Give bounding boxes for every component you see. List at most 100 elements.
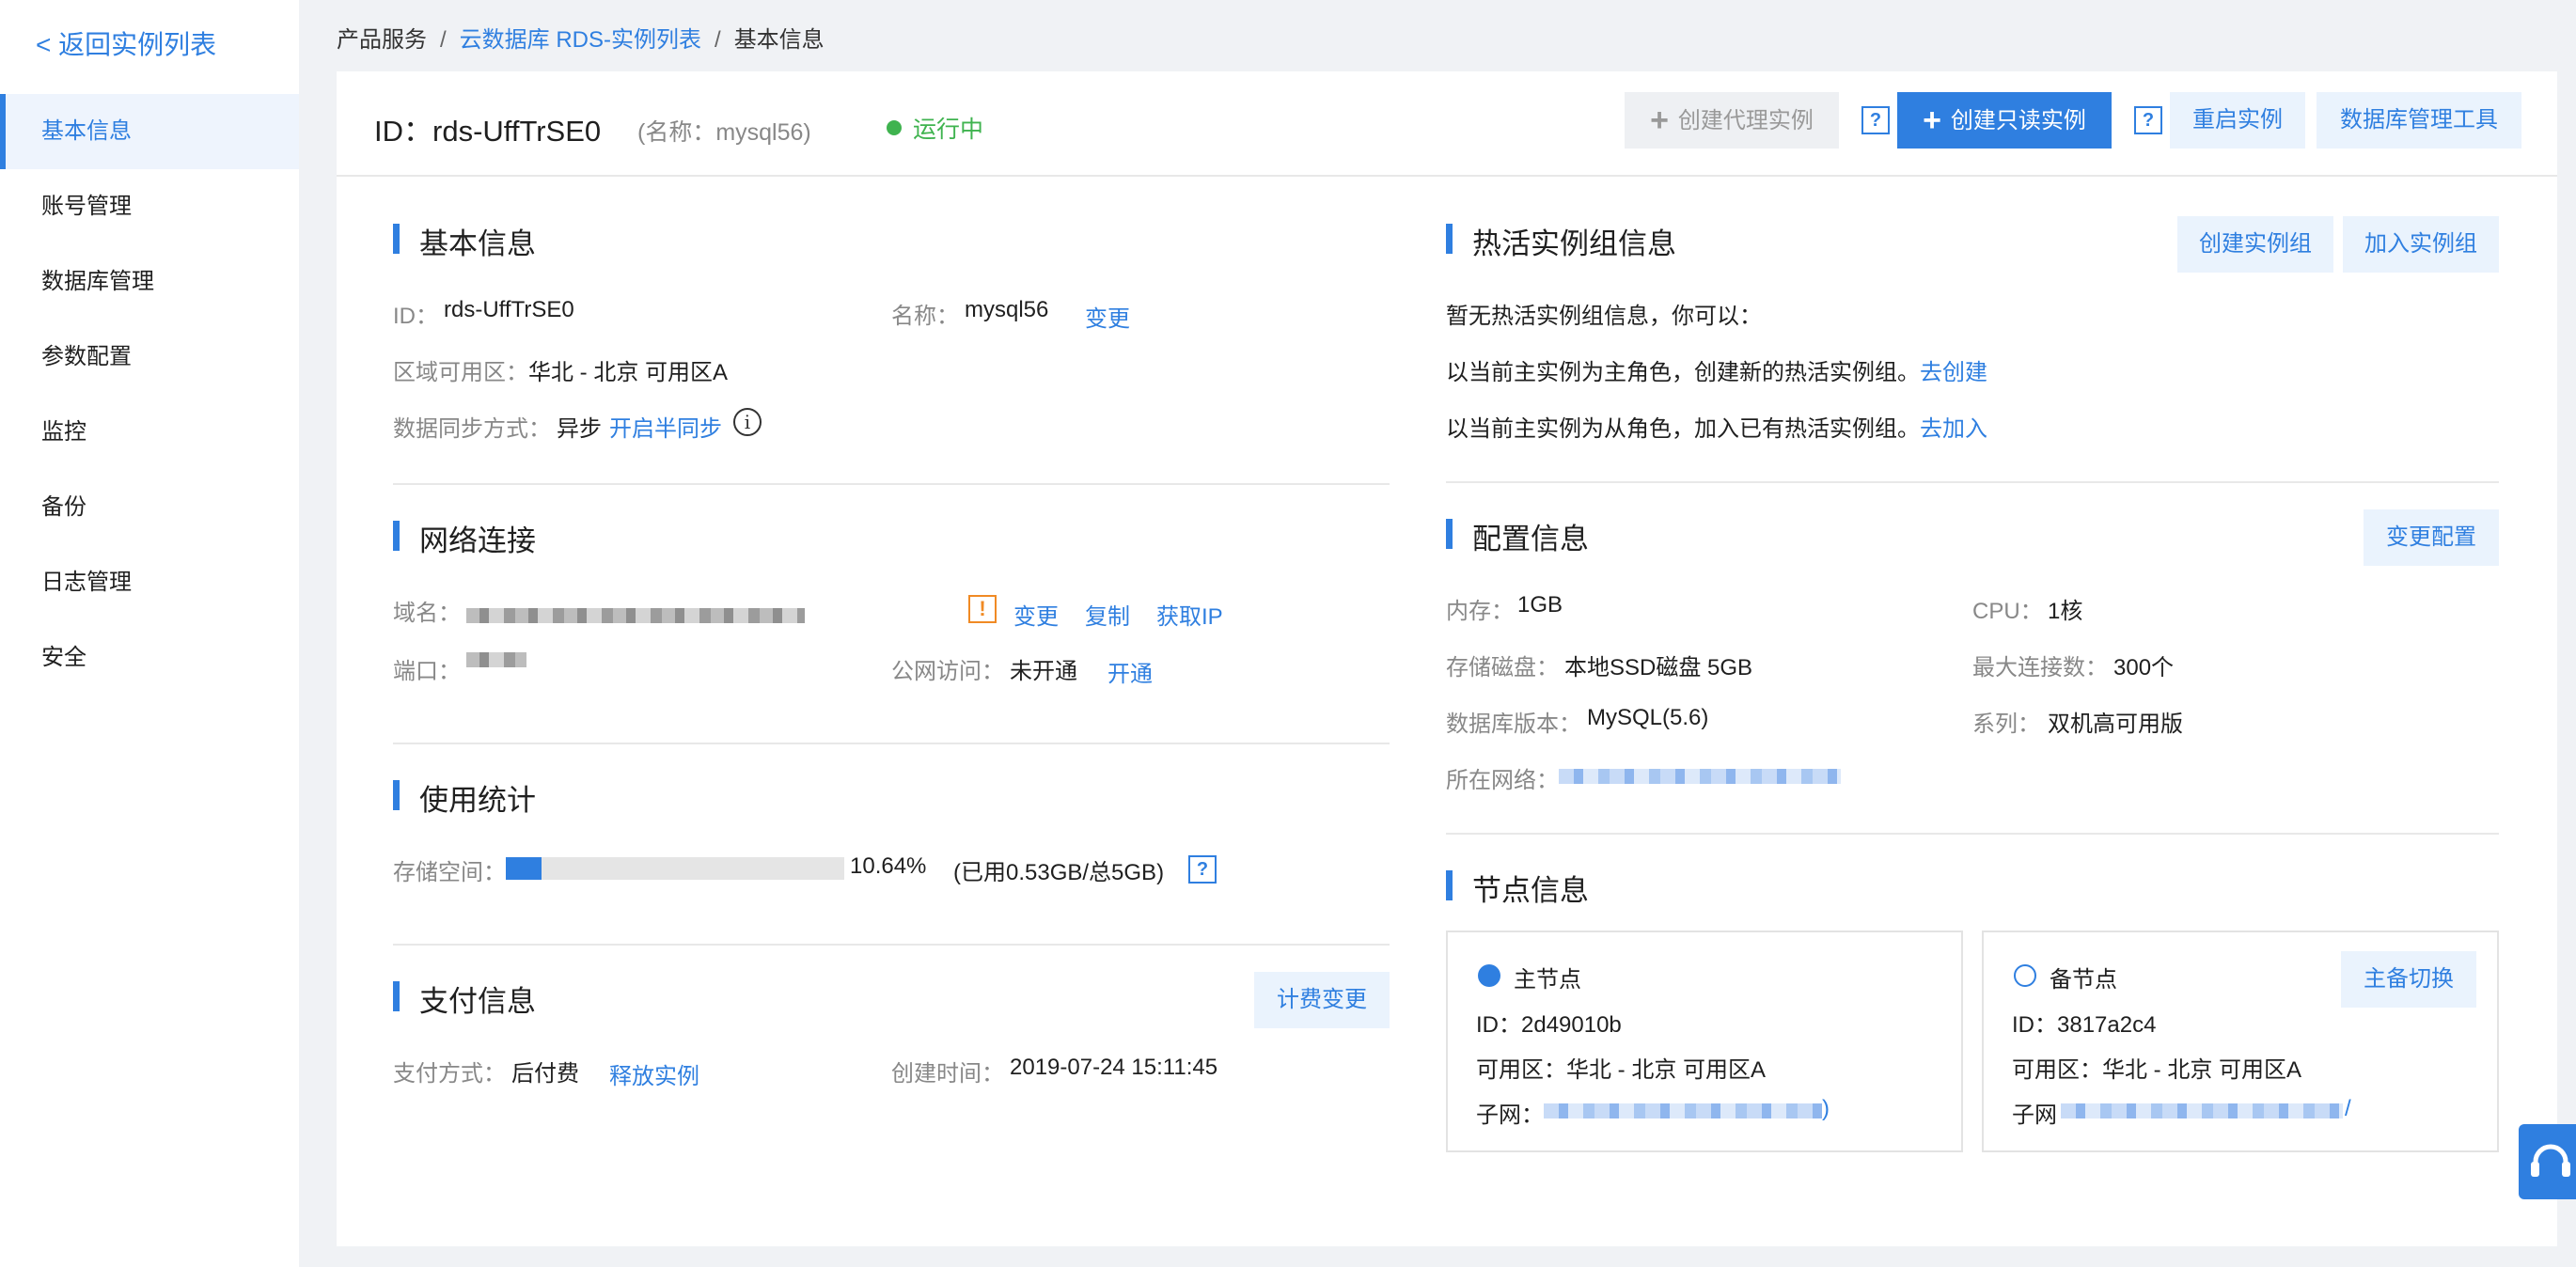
slave-node-radio-icon[interactable] <box>2014 964 2036 987</box>
section-title-nodes: 节点信息 <box>1446 867 1589 909</box>
change-config-button[interactable]: 变更配置 <box>2364 509 2499 566</box>
db-version-label: 数据库版本： <box>1446 712 1581 737</box>
restart-instance-button[interactable]: 重启实例 <box>2170 92 2305 149</box>
slave-node-card: 备节点 主备切换 ID：3817a2c4 可用区：华北 - 北京 可用区A 子网… <box>1982 931 2499 1152</box>
section-title-payment: 支付信息 <box>393 978 536 1020</box>
section-title-network: 网络连接 <box>393 517 536 559</box>
sync-mode-value: 异步 <box>557 416 602 442</box>
divider <box>393 743 1390 744</box>
memory-label: 内存： <box>1446 599 1514 624</box>
instance-header: ID：rds-UffTrSE0 (名称：mysql56) 运行中 + 创建代理实例… <box>337 71 2557 177</box>
enable-semi-sync-link[interactable]: 开启半同步 <box>609 410 722 443</box>
section-title-usage: 使用统计 <box>393 776 536 819</box>
go-create-link[interactable]: 去创建 <box>1920 360 1987 385</box>
redacted-slave-subnet-link[interactable] <box>2061 1103 2343 1118</box>
help-icon[interactable]: ? <box>2134 106 2162 134</box>
db-version-value: MySQL(5.6) <box>1587 705 1709 730</box>
change-name-link[interactable]: 变更 <box>1085 300 1130 333</box>
billing-change-button[interactable]: 计费变更 <box>1254 972 1390 1028</box>
breadcrumb: 产品服务 / 云数据库 RDS-实例列表 / 基本信息 <box>337 21 825 54</box>
sidebar-menu: 基本信息 账号管理 数据库管理 参数配置 监控 备份 日志管理 安全 <box>0 94 299 696</box>
storage-label: 存储空间： <box>393 860 506 885</box>
basic-name-value: mysql56 <box>965 297 1049 322</box>
master-node-card: 主节点 ID：2d49010b 可用区：华北 - 北京 可用区A 子网： ) <box>1446 931 1963 1152</box>
public-access-label: 公网访问： <box>891 659 1004 684</box>
status-badge: 运行中 <box>887 111 983 145</box>
create-proxy-instance-label: 创建代理实例 <box>1677 108 1814 133</box>
customer-service-button[interactable] <box>2519 1124 2576 1199</box>
db-management-tool-button[interactable]: 数据库管理工具 <box>2317 92 2521 149</box>
sidebar-item-account[interactable]: 账号管理 <box>0 169 299 244</box>
divider <box>393 483 1390 485</box>
sidebar-item-database[interactable]: 数据库管理 <box>0 244 299 320</box>
sidebar-item-logs[interactable]: 日志管理 <box>0 545 299 620</box>
instance-detail-card: ID：rds-UffTrSE0 (名称：mysql56) 运行中 + 创建代理实例… <box>337 71 2557 1246</box>
get-ip-link[interactable]: 获取IP <box>1156 598 1223 631</box>
divider <box>1446 481 2499 483</box>
create-proxy-instance-button[interactable]: + 创建代理实例 <box>1625 92 1839 149</box>
breadcrumb-root: 产品服务 <box>337 27 427 53</box>
sidebar-item-backup[interactable]: 备份 <box>0 470 299 545</box>
info-icon[interactable]: i <box>733 408 762 436</box>
create-readonly-instance-button[interactable]: + 创建只读实例 <box>1897 92 2112 149</box>
series-value: 双机高可用版 <box>2048 712 2183 737</box>
slave-node-title: 备节点 <box>2050 967 2117 993</box>
sidebar-item-basic-info[interactable]: 基本信息 <box>0 94 299 169</box>
instance-name: (名称：mysql56) <box>637 119 811 146</box>
redacted-master-subnet-link[interactable] <box>1544 1103 1822 1118</box>
change-domain-link[interactable]: 变更 <box>1013 598 1059 631</box>
slave-node-id: ID：3817a2c4 <box>2012 1012 2157 1038</box>
master-subnet-tail: ) <box>1822 1096 1830 1121</box>
help-icon[interactable]: ? <box>1188 855 1217 884</box>
breadcrumb-separator: / <box>440 27 447 53</box>
switchover-button[interactable]: 主备切换 <box>2341 951 2476 1008</box>
join-instance-group-button[interactable]: 加入实例组 <box>2343 216 2499 273</box>
sidebar-item-monitor[interactable]: 监控 <box>0 395 299 470</box>
copy-domain-link[interactable]: 复制 <box>1085 598 1130 631</box>
help-icon[interactable]: ? <box>1861 106 1890 134</box>
zone-label: 区域可用区： <box>393 360 528 385</box>
open-public-access-link[interactable]: 开通 <box>1107 655 1153 688</box>
basic-name-label: 名称： <box>891 304 959 329</box>
go-join-link[interactable]: 去加入 <box>1920 416 1987 442</box>
create-instance-group-button[interactable]: 创建实例组 <box>2177 216 2333 273</box>
breadcrumb-instance-list-link[interactable]: 云数据库 RDS-实例列表 <box>460 27 701 53</box>
section-title-basic-info: 基本信息 <box>393 220 536 262</box>
storage-progress-fill <box>506 857 542 880</box>
public-access-value: 未开通 <box>1010 659 1077 684</box>
created-time-value: 2019-07-24 15:11:45 <box>1010 1055 1218 1080</box>
master-node-radio-icon <box>1478 964 1500 987</box>
hot-standby-join-text: 以当前主实例为从角色，加入已有热活实例组。 <box>1446 416 1920 442</box>
max-connections-value: 300个 <box>2113 655 2175 680</box>
sidebar: < 返回实例列表 基本信息 账号管理 数据库管理 参数配置 监控 备份 日志管理… <box>0 0 299 1267</box>
release-instance-link[interactable]: 释放实例 <box>609 1057 699 1090</box>
create-readonly-instance-label: 创建只读实例 <box>1950 108 2086 133</box>
divider <box>1446 833 2499 835</box>
created-time-label: 创建时间： <box>891 1061 1004 1087</box>
status-text: 运行中 <box>913 117 984 143</box>
slave-subnet-tail: / <box>2345 1096 2351 1121</box>
cpu-value: 1核 <box>2048 599 2083 624</box>
status-dot-icon <box>887 120 902 135</box>
series-label: 系列： <box>1972 712 2040 737</box>
sidebar-item-security[interactable]: 安全 <box>0 620 299 696</box>
sidebar-item-params[interactable]: 参数配置 <box>0 320 299 395</box>
zone-value: 华北 - 北京 可用区A <box>528 360 729 385</box>
payment-method-value: 后付费 <box>511 1061 579 1087</box>
max-connections-label: 最大连接数： <box>1972 655 2108 680</box>
basic-id-value: rds-UffTrSE0 <box>444 297 574 322</box>
network-label: 所在网络： <box>1446 768 1559 793</box>
instance-id: ID：rds-UffTrSE0 <box>374 115 602 148</box>
headset-icon <box>2531 1144 2570 1177</box>
hot-standby-join-hint: 以当前主实例为从角色，加入已有热活实例组。去加入 <box>1446 410 1987 443</box>
port-label: 端口： <box>393 659 461 684</box>
master-node-subnet-label: 子网： <box>1476 1103 1544 1128</box>
disk-value: 本地SSD磁盘 5GB <box>1564 655 1753 680</box>
back-to-instance-list-link[interactable]: < 返回实例列表 <box>36 24 216 62</box>
hot-standby-empty-text: 暂无热活实例组信息，你可以： <box>1446 304 1762 329</box>
section-title-hot-standby: 热活实例组信息 <box>1446 220 1676 262</box>
divider <box>393 944 1390 946</box>
redacted-network-link[interactable] <box>1559 769 1841 784</box>
payment-method-label: 支付方式： <box>393 1061 506 1087</box>
basic-id-label: ID： <box>393 304 438 329</box>
